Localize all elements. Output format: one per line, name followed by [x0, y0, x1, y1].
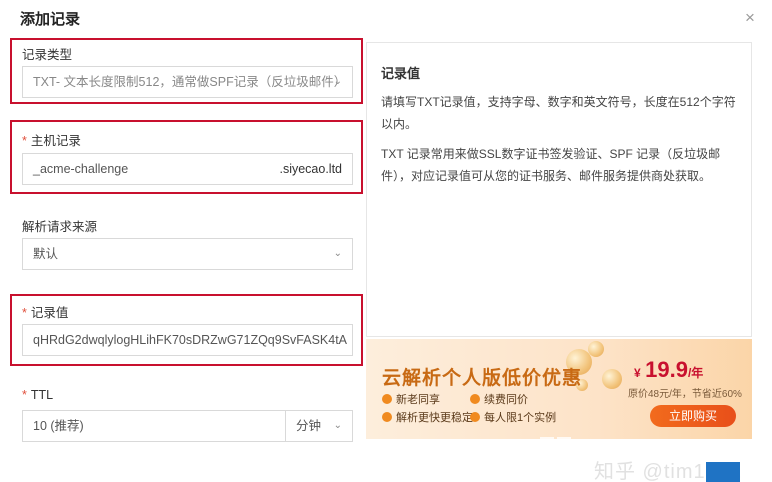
- record-type-label: 记录类型: [22, 48, 73, 62]
- ttl-unit-select[interactable]: 分钟 ⌄: [285, 410, 353, 442]
- perk-item: 新老同享: [382, 391, 440, 407]
- record-type-select[interactable]: TXT- 文本长度限制512，通常做SPF记录（反垃圾邮件） ⌄: [22, 66, 353, 98]
- chevron-down-icon: ⌄: [333, 76, 342, 87]
- source-label: 解析请求来源: [22, 220, 98, 234]
- check-circle-icon: [470, 412, 480, 422]
- banner-title: 云解析个人版低价优惠: [382, 368, 583, 389]
- promo-banner[interactable]: 云解析个人版低价优惠 新老同享 续费同价 解析更快更稳定 每人限1个实例 ¥ 1…: [366, 339, 752, 439]
- source-select[interactable]: 默认 ⌄: [22, 238, 353, 270]
- buy-now-button[interactable]: 立即购买: [650, 405, 736, 427]
- carousel-dot[interactable]: [557, 437, 571, 439]
- close-icon[interactable]: ×: [740, 8, 760, 28]
- host-label: * 主机记录: [22, 134, 81, 148]
- chevron-down-icon: ⌄: [333, 248, 342, 259]
- perk-item: 每人限1个实例: [470, 409, 556, 425]
- ttl-input[interactable]: 10 (推荐): [22, 410, 286, 442]
- price-note: 原价48元/年，节省近60%: [628, 389, 742, 400]
- domain-suffix: .siyecao.ltd: [279, 162, 342, 176]
- record-type-value: TXT- 文本长度限制512，通常做SPF记录（反垃圾邮件）: [33, 75, 347, 89]
- record-value-label: * 记录值: [22, 306, 69, 320]
- carousel-indicator: [540, 427, 574, 439]
- ttl-unit: 分钟: [296, 419, 322, 433]
- record-value-input[interactable]: qHRdG2dwqlylogHLihFK70sDRZwG71ZQq9SvFASK…: [22, 324, 353, 356]
- coin-decoration: [602, 369, 622, 389]
- corner-badge: [706, 462, 740, 482]
- ttl-label: * TTL: [22, 388, 54, 402]
- coin-decoration: [588, 341, 604, 357]
- perk-item: 解析更快更稳定: [382, 409, 473, 425]
- dialog-title: 添加记录: [20, 11, 81, 28]
- check-circle-icon: [382, 412, 392, 422]
- perk-item: 续费同价: [470, 391, 528, 407]
- check-circle-icon: [382, 394, 392, 404]
- help-paragraph-1: 请填写TXT记录值，支持字母、数字和英文符号，长度在512个字符以内。: [381, 95, 736, 131]
- help-panel: 记录值 请填写TXT记录值，支持字母、数字和英文符号，长度在512个字符以内。 …: [366, 42, 752, 337]
- source-value: 默认: [33, 247, 59, 261]
- check-circle-icon: [470, 394, 480, 404]
- promo-price: ¥ 19.9/年: [634, 357, 704, 382]
- help-paragraph-2: TXT 记录常用来做SSL数字证书签发验证、SPF 记录（反垃圾邮件），对应记录…: [381, 147, 721, 183]
- chevron-down-icon: ⌄: [333, 420, 342, 431]
- ttl-value: 10 (推荐): [33, 419, 84, 433]
- host-value: _acme-challenge: [33, 162, 129, 176]
- host-input[interactable]: _acme-challenge .siyecao.ltd: [22, 153, 353, 185]
- record-value-text: qHRdG2dwqlylogHLihFK70sDRZwG71ZQq9SvFASK…: [33, 333, 348, 347]
- help-title: 记录值: [381, 66, 421, 81]
- carousel-dot[interactable]: [540, 437, 554, 439]
